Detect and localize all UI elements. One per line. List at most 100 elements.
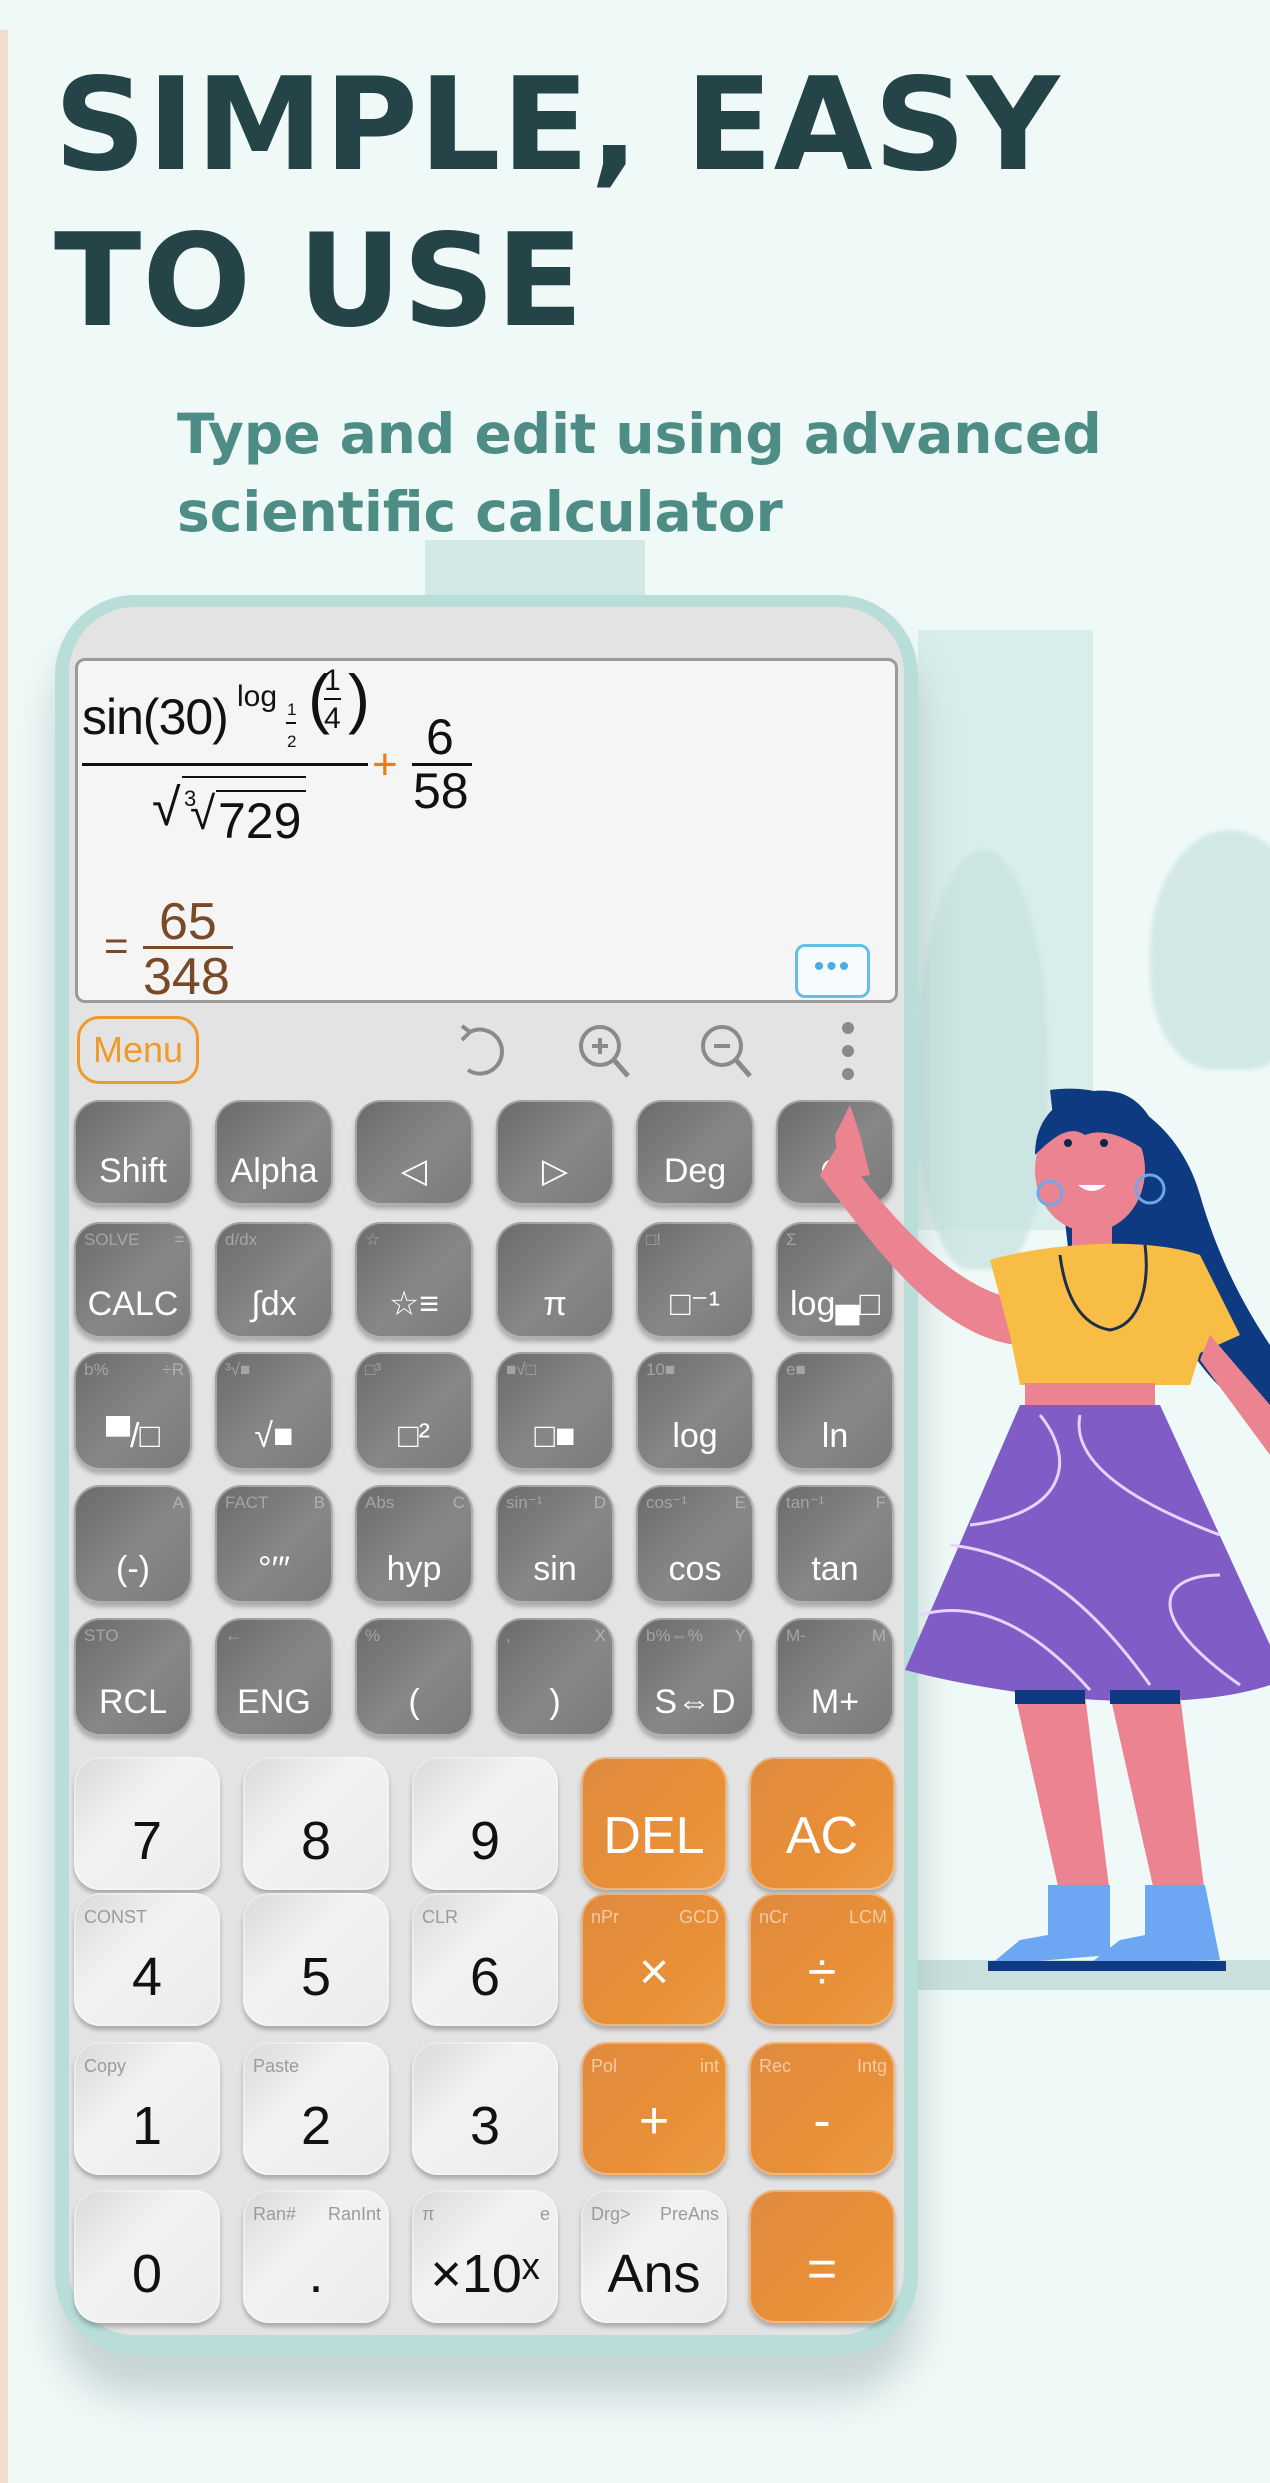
key-shift-label: Σ — [786, 1230, 797, 1249]
undo-icon[interactable] — [450, 1018, 516, 1084]
key-label: sin — [533, 1550, 577, 1588]
key-3[interactable]: 3 — [412, 2042, 558, 2175]
key-rcl[interactable]: STO RCL — [74, 1618, 192, 1736]
more-vertical-icon[interactable] — [815, 1018, 881, 1084]
key-label: hyp — [386, 1550, 442, 1588]
key-4[interactable]: CONST 4 — [74, 1893, 220, 2026]
left-edge-strip — [0, 30, 8, 2483]
key-cos[interactable]: cos⁻¹ Ecos — [636, 1485, 754, 1603]
key-label: √■ — [254, 1417, 294, 1455]
key-0[interactable]: 0 — [74, 2190, 220, 2323]
key-symbol[interactable]: nPr GCD × — [581, 1893, 727, 2026]
key-alpha-label: Y — [734, 1626, 746, 1645]
key-label: π — [543, 1285, 567, 1323]
key-shift-label: b%⇔% — [646, 1626, 703, 1645]
key-1[interactable]: Copy 1 — [74, 2042, 220, 2175]
key-shift-label: Ran# — [253, 2204, 297, 2224]
key-s-d[interactable]: b%⇔% Y S⇔D — [636, 1618, 754, 1736]
expr-frac2-num: 6 — [426, 709, 454, 765]
key-deg[interactable]: Deg — [636, 1100, 754, 1205]
key-shift[interactable]: Shift — [74, 1100, 192, 1205]
woman-illustration — [820, 1088, 1270, 1971]
key-alpha[interactable]: Alpha — [215, 1100, 333, 1205]
background-tree — [1150, 830, 1270, 1070]
zoom-in-icon[interactable] — [572, 1018, 638, 1084]
key-label: ☆≡ — [388, 1285, 440, 1323]
key-symbol[interactable]: π — [496, 1222, 614, 1338]
result-denominator: 348 — [143, 948, 230, 1006]
key-6[interactable]: CLR 6 — [412, 1893, 558, 2026]
key-symbol[interactable]: FACT B °′″ — [215, 1485, 333, 1603]
key-label: ( — [408, 1683, 420, 1721]
key-shift-label: □! — [646, 1230, 661, 1249]
key-label: S⇔D — [654, 1683, 736, 1721]
key-shift-label: ■√□ — [506, 1360, 536, 1379]
key-label: DEL — [603, 1807, 705, 1865]
key-eng[interactable]: ← ENG — [215, 1618, 333, 1736]
key-symbol[interactable]: □³ □² — [355, 1352, 473, 1470]
expr-plus-operator: + — [372, 740, 398, 789]
key-shift-label: FACT — [225, 1493, 269, 1512]
expr-log-arg-rparen: ) — [348, 661, 370, 735]
key-symbol[interactable]: Pol int + — [581, 2042, 727, 2175]
key-label: □■ — [534, 1417, 576, 1455]
key-5[interactable]: 5 — [243, 1893, 389, 2026]
key-symbol[interactable]: %( — [355, 1618, 473, 1736]
key-shift-label: Rec — [759, 2056, 792, 2076]
key-symbol[interactable]: Ran# RanInt. — [243, 2190, 389, 2323]
key-shift-label: cos⁻¹ — [646, 1493, 688, 1512]
key-shift-label: Abs — [365, 1493, 395, 1512]
key-7[interactable]: 7 — [74, 1757, 220, 1890]
key-symbol[interactable]: □! □⁻¹ — [636, 1222, 754, 1338]
subheadline-line-1: Type and edit using advanced — [177, 402, 1102, 466]
key-label: = — [806, 2240, 838, 2298]
expr-log-arg-num: 1 — [324, 664, 341, 697]
key-alpha-label: PreAns — [659, 2204, 719, 2224]
key-label: Ans — [607, 2244, 701, 2304]
key-symbol[interactable]: Rec Intg - — [749, 2042, 895, 2175]
key-hyp[interactable]: Abs Chyp — [355, 1485, 473, 1603]
key-shift-label: Pol — [591, 2056, 618, 2076]
key-label: 3 — [469, 2096, 501, 2156]
key-log[interactable]: 10■ log — [636, 1352, 754, 1470]
key-label: ▀/□ — [105, 1417, 161, 1455]
key-del[interactable]: DEL — [581, 1757, 727, 1890]
key-calc[interactable]: SOLVE = CALC — [74, 1222, 192, 1338]
key-label: 6 — [469, 1947, 501, 2007]
key-label: □² — [398, 1417, 430, 1455]
key-shift-label: sin⁻¹ — [506, 1493, 543, 1512]
key-shift-label: e■ — [786, 1360, 806, 1379]
key-2[interactable]: Paste 2 — [243, 2042, 389, 2175]
key-symbol[interactable]: ▷ — [496, 1100, 614, 1205]
key-symbol[interactable]: ☆ ☆≡ — [355, 1222, 473, 1338]
key-alpha-label: D — [593, 1493, 606, 1512]
headline-line-2: TO USE — [54, 207, 585, 356]
key-shift-label: Drg> — [591, 2204, 631, 2224]
key-label: ◁ — [400, 1152, 428, 1190]
key-10[interactable]: π e ×10ˣ — [412, 2190, 558, 2323]
key-shift-label: ← — [225, 1626, 242, 1645]
key-symbol[interactable]: A (-) — [74, 1485, 192, 1603]
expr-cbrt-sign: √ — [190, 787, 216, 839]
key-alpha-label: B — [313, 1493, 325, 1512]
more-options-button[interactable]: ••• — [795, 944, 870, 998]
key-symbol[interactable]: b% ÷R ▀/□ — [74, 1352, 192, 1470]
key-8[interactable]: 8 — [243, 1757, 389, 1890]
key-alpha-label: E — [734, 1493, 746, 1512]
zoom-out-icon[interactable] — [694, 1018, 760, 1084]
key-sin[interactable]: sin⁻¹ Dsin — [496, 1485, 614, 1603]
key-symbol[interactable]: ■√□ □■ — [496, 1352, 614, 1470]
key-symbol[interactable]: ³√■ √■ — [215, 1352, 333, 1470]
key-shift-label: CLR — [422, 1907, 459, 1927]
key-dx[interactable]: d/dx ∫dx — [215, 1222, 333, 1338]
menu-button[interactable]: Menu — [77, 1016, 199, 1084]
key-ans[interactable]: Drg> PreAns Ans — [581, 2190, 727, 2323]
key-shift-label: d/dx — [225, 1230, 258, 1249]
key-symbol[interactable]: = — [749, 2190, 895, 2323]
expr-sin-func: sin(30) — [82, 689, 229, 745]
key-alpha-label: GCD — [679, 1907, 719, 1927]
key-symbol[interactable]: , X) — [496, 1618, 614, 1736]
key-symbol[interactable]: ◁ — [355, 1100, 473, 1205]
key-9[interactable]: 9 — [412, 1757, 558, 1890]
key-label: CALC — [87, 1285, 179, 1323]
